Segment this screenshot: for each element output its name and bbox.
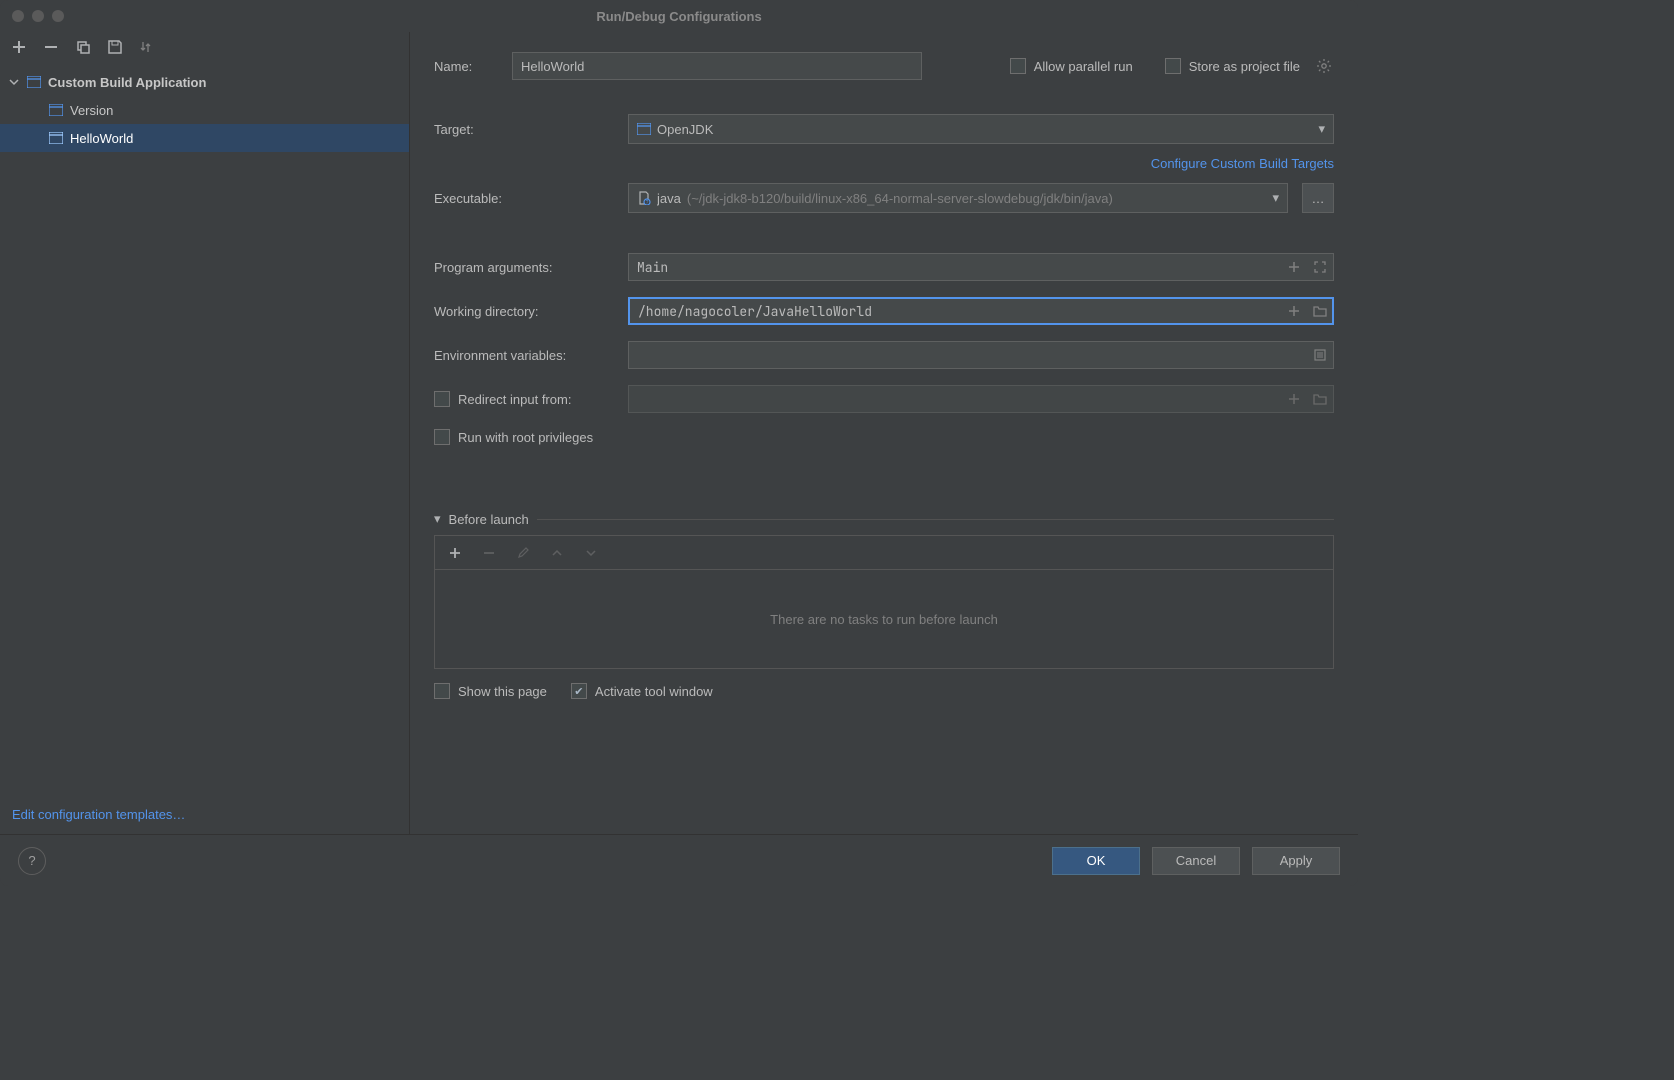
divider xyxy=(537,519,1334,520)
folder-icon xyxy=(1310,389,1330,409)
target-label: Target: xyxy=(434,122,614,137)
save-config-button[interactable] xyxy=(106,38,124,56)
application-icon xyxy=(48,104,64,116)
program-args-input[interactable] xyxy=(628,253,1334,281)
checkbox-icon xyxy=(434,391,450,407)
checkbox-icon xyxy=(1165,58,1181,74)
store-project-file-label: Store as project file xyxy=(1189,59,1300,74)
insert-macro-button[interactable] xyxy=(1284,301,1304,321)
ok-button[interactable]: OK xyxy=(1052,847,1140,875)
show-this-page-checkbox[interactable]: Show this page xyxy=(434,683,547,699)
insert-macro-button[interactable] xyxy=(1284,257,1304,277)
config-item-helloworld[interactable]: HelloWorld xyxy=(0,124,409,152)
show-this-page-label: Show this page xyxy=(458,684,547,699)
before-launch-label: Before launch xyxy=(449,512,529,527)
application-icon xyxy=(48,132,64,144)
window-title: Run/Debug Configurations xyxy=(0,9,1358,24)
root-privileges-checkbox[interactable]: Run with root privileges xyxy=(434,429,593,445)
working-dir-label: Working directory: xyxy=(434,304,614,319)
name-label: Name: xyxy=(434,59,498,74)
remove-config-button[interactable] xyxy=(42,38,60,56)
executable-value: java(~/jdk-jdk8-b120/build/linux-x86_64-… xyxy=(657,191,1266,206)
edit-task-button[interactable] xyxy=(513,543,533,563)
chevron-down-icon[interactable]: ▾ xyxy=(434,511,441,527)
application-icon xyxy=(637,123,651,135)
chevron-down-icon: ▾ xyxy=(1318,121,1325,137)
config-item-version[interactable]: Version xyxy=(0,96,409,124)
config-group-label: Custom Build Application xyxy=(48,75,206,90)
remove-task-button[interactable] xyxy=(479,543,499,563)
list-icon[interactable] xyxy=(1310,345,1330,365)
sort-config-button[interactable] xyxy=(138,38,156,56)
config-item-label: Version xyxy=(70,103,113,118)
config-group-custom-build[interactable]: Custom Build Application xyxy=(0,68,409,96)
config-item-label: HelloWorld xyxy=(70,131,133,146)
redirect-input-field xyxy=(628,385,1334,413)
working-dir-input[interactable] xyxy=(628,297,1334,325)
browse-executable-button[interactable]: … xyxy=(1302,183,1334,213)
activate-tool-window-checkbox[interactable]: Activate tool window xyxy=(571,683,713,699)
svg-text:?: ? xyxy=(646,200,649,205)
apply-button[interactable]: Apply xyxy=(1252,847,1340,875)
configure-build-targets-link[interactable]: Configure Custom Build Targets xyxy=(1151,156,1334,171)
insert-macro-button xyxy=(1284,389,1304,409)
move-up-button[interactable] xyxy=(547,543,567,563)
target-dropdown[interactable]: OpenJDK ▾ xyxy=(628,114,1334,144)
chevron-down-icon: ▾ xyxy=(1272,190,1279,206)
copy-config-button[interactable] xyxy=(74,38,92,56)
before-launch-empty-text: There are no tasks to run before launch xyxy=(770,612,998,627)
folder-icon[interactable] xyxy=(1310,301,1330,321)
cancel-button[interactable]: Cancel xyxy=(1152,847,1240,875)
env-vars-input[interactable] xyxy=(628,341,1334,369)
env-vars-label: Environment variables: xyxy=(434,348,614,363)
add-task-button[interactable] xyxy=(445,543,465,563)
executable-label: Executable: xyxy=(434,191,614,206)
chevron-down-icon xyxy=(8,77,20,87)
redirect-input-label: Redirect input from: xyxy=(458,392,571,407)
configurations-sidebar: Custom Build Application Version HelloWo… xyxy=(0,32,410,834)
help-button[interactable]: ? xyxy=(18,847,46,875)
target-value: OpenJDK xyxy=(657,122,1312,137)
add-config-button[interactable] xyxy=(10,38,28,56)
checkbox-icon xyxy=(1010,58,1026,74)
checkbox-icon xyxy=(434,429,450,445)
activate-tool-window-label: Activate tool window xyxy=(595,684,713,699)
file-icon: ? xyxy=(637,191,651,205)
checkbox-icon xyxy=(571,683,587,699)
application-icon xyxy=(26,76,42,88)
name-input[interactable] xyxy=(512,52,922,80)
allow-parallel-checkbox[interactable]: Allow parallel run xyxy=(1010,58,1133,74)
root-privileges-label: Run with root privileges xyxy=(458,430,593,445)
before-launch-tasks-list: There are no tasks to run before launch xyxy=(434,569,1334,669)
program-args-label: Program arguments: xyxy=(434,260,614,275)
redirect-input-checkbox[interactable]: Redirect input from: xyxy=(434,391,614,407)
gear-icon[interactable] xyxy=(1314,56,1334,76)
edit-templates-link[interactable]: Edit configuration templates… xyxy=(12,807,185,822)
move-down-button[interactable] xyxy=(581,543,601,563)
allow-parallel-label: Allow parallel run xyxy=(1034,59,1133,74)
executable-dropdown[interactable]: ? java(~/jdk-jdk8-b120/build/linux-x86_6… xyxy=(628,183,1288,213)
expand-field-button[interactable] xyxy=(1310,257,1330,277)
store-project-file-checkbox[interactable]: Store as project file xyxy=(1165,58,1300,74)
checkbox-icon xyxy=(434,683,450,699)
